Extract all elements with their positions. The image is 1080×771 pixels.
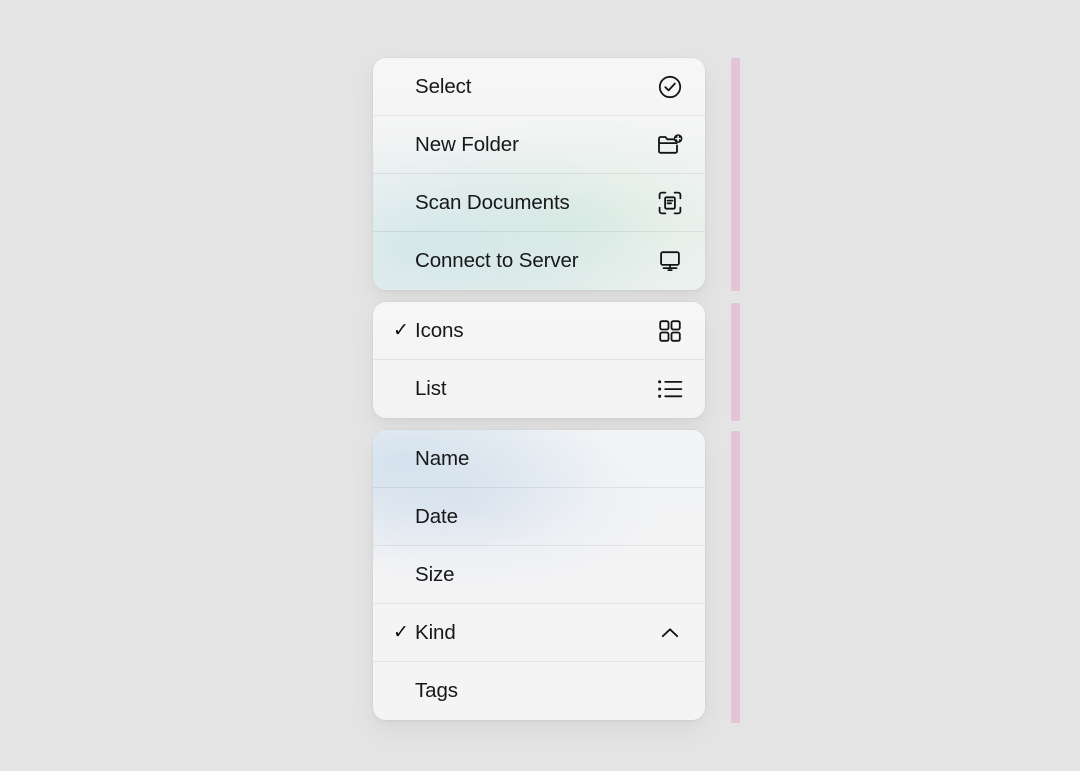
menu-item-icons[interactable]: ✓Icons [373, 302, 705, 360]
context-menu: Select New Folder Scan Documents Connect to… [373, 58, 705, 720]
menu-group-actions: Select New Folder Scan Documents Connect to… [373, 58, 705, 290]
checkmark-icon: ✓ [393, 623, 415, 642]
menu-group-sort: Name Date Size ✓Kind Tags [373, 430, 705, 720]
checkmark-circle-icon [655, 72, 685, 102]
scan-document-icon [655, 188, 685, 218]
menu-item-connect-to-server[interactable]: Connect to Server [373, 232, 705, 290]
chevron-up-icon[interactable] [655, 618, 685, 648]
menu-item-scan-documents[interactable]: Scan Documents [373, 174, 705, 232]
menu-item-name[interactable]: Name [373, 430, 705, 488]
menu-group-view: ✓Icons List [373, 302, 705, 418]
menu-item-label: Scan Documents [415, 191, 655, 215]
menu-item-label: Select [415, 75, 655, 99]
grid-icon [655, 316, 685, 346]
menu-item-label: Connect to Server [415, 249, 655, 273]
menu-item-label: Size [415, 563, 685, 587]
menu-item-select[interactable]: Select [373, 58, 705, 116]
menu-item-new-folder[interactable]: New Folder [373, 116, 705, 174]
menu-item-tags[interactable]: Tags [373, 662, 705, 720]
menu-item-date[interactable]: Date [373, 488, 705, 546]
menu-item-label: Date [415, 505, 685, 529]
list-icon [655, 374, 685, 404]
menu-item-kind[interactable]: ✓Kind [373, 604, 705, 662]
group-indicator-sort[interactable] [731, 431, 740, 723]
menu-item-label: Icons [415, 319, 655, 343]
folder-plus-icon [655, 130, 685, 160]
group-indicator-actions[interactable] [731, 58, 740, 291]
menu-item-label: Tags [415, 679, 685, 703]
group-indicator-view[interactable] [731, 303, 740, 421]
menu-item-list[interactable]: List [373, 360, 705, 418]
menu-item-label: Name [415, 447, 685, 471]
menu-item-label: List [415, 377, 655, 401]
checkmark-icon: ✓ [393, 321, 415, 340]
screen-canvas: Select New Folder Scan Documents Connect to… [0, 0, 1080, 771]
menu-item-label: Kind [415, 621, 655, 645]
menu-item-label: New Folder [415, 133, 655, 157]
display-icon [655, 246, 685, 276]
menu-item-size[interactable]: Size [373, 546, 705, 604]
